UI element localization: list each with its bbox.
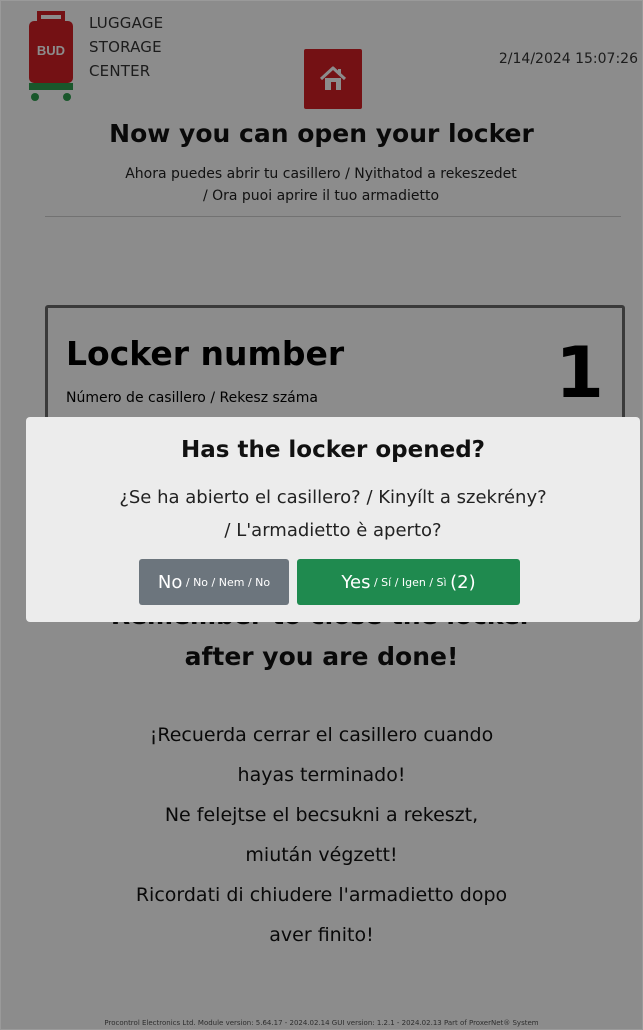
dialog-subtitle: ¿Se ha abierto el casillero? / Kinyílt a… bbox=[46, 481, 620, 547]
kiosk-screen: BUD LUGGAGE STORAGE CENTER 2/14/2024 15:… bbox=[0, 0, 643, 1030]
yes-button-countdown: (2) bbox=[450, 571, 476, 593]
yes-button[interactable]: Yes / Sí / Igen / Sì (2) bbox=[297, 559, 520, 605]
dialog-subtitle-line: ¿Se ha abierto el casillero? / Kinyílt a… bbox=[119, 487, 547, 508]
no-button-label: No bbox=[157, 571, 183, 593]
no-button-translations: / No / Nem / No bbox=[182, 575, 271, 589]
no-button[interactable]: No / No / Nem / No bbox=[139, 559, 289, 605]
dialog-subtitle-line: / L'armadietto è aperto? bbox=[224, 520, 442, 541]
dialog-title: Has the locker opened? bbox=[180, 437, 486, 463]
yes-button-label: Yes bbox=[341, 571, 371, 593]
confirm-dialog: Has the locker opened? ¿Se ha abierto el… bbox=[26, 417, 640, 622]
yes-button-translations: / Sí / Igen / Sì bbox=[370, 575, 451, 589]
